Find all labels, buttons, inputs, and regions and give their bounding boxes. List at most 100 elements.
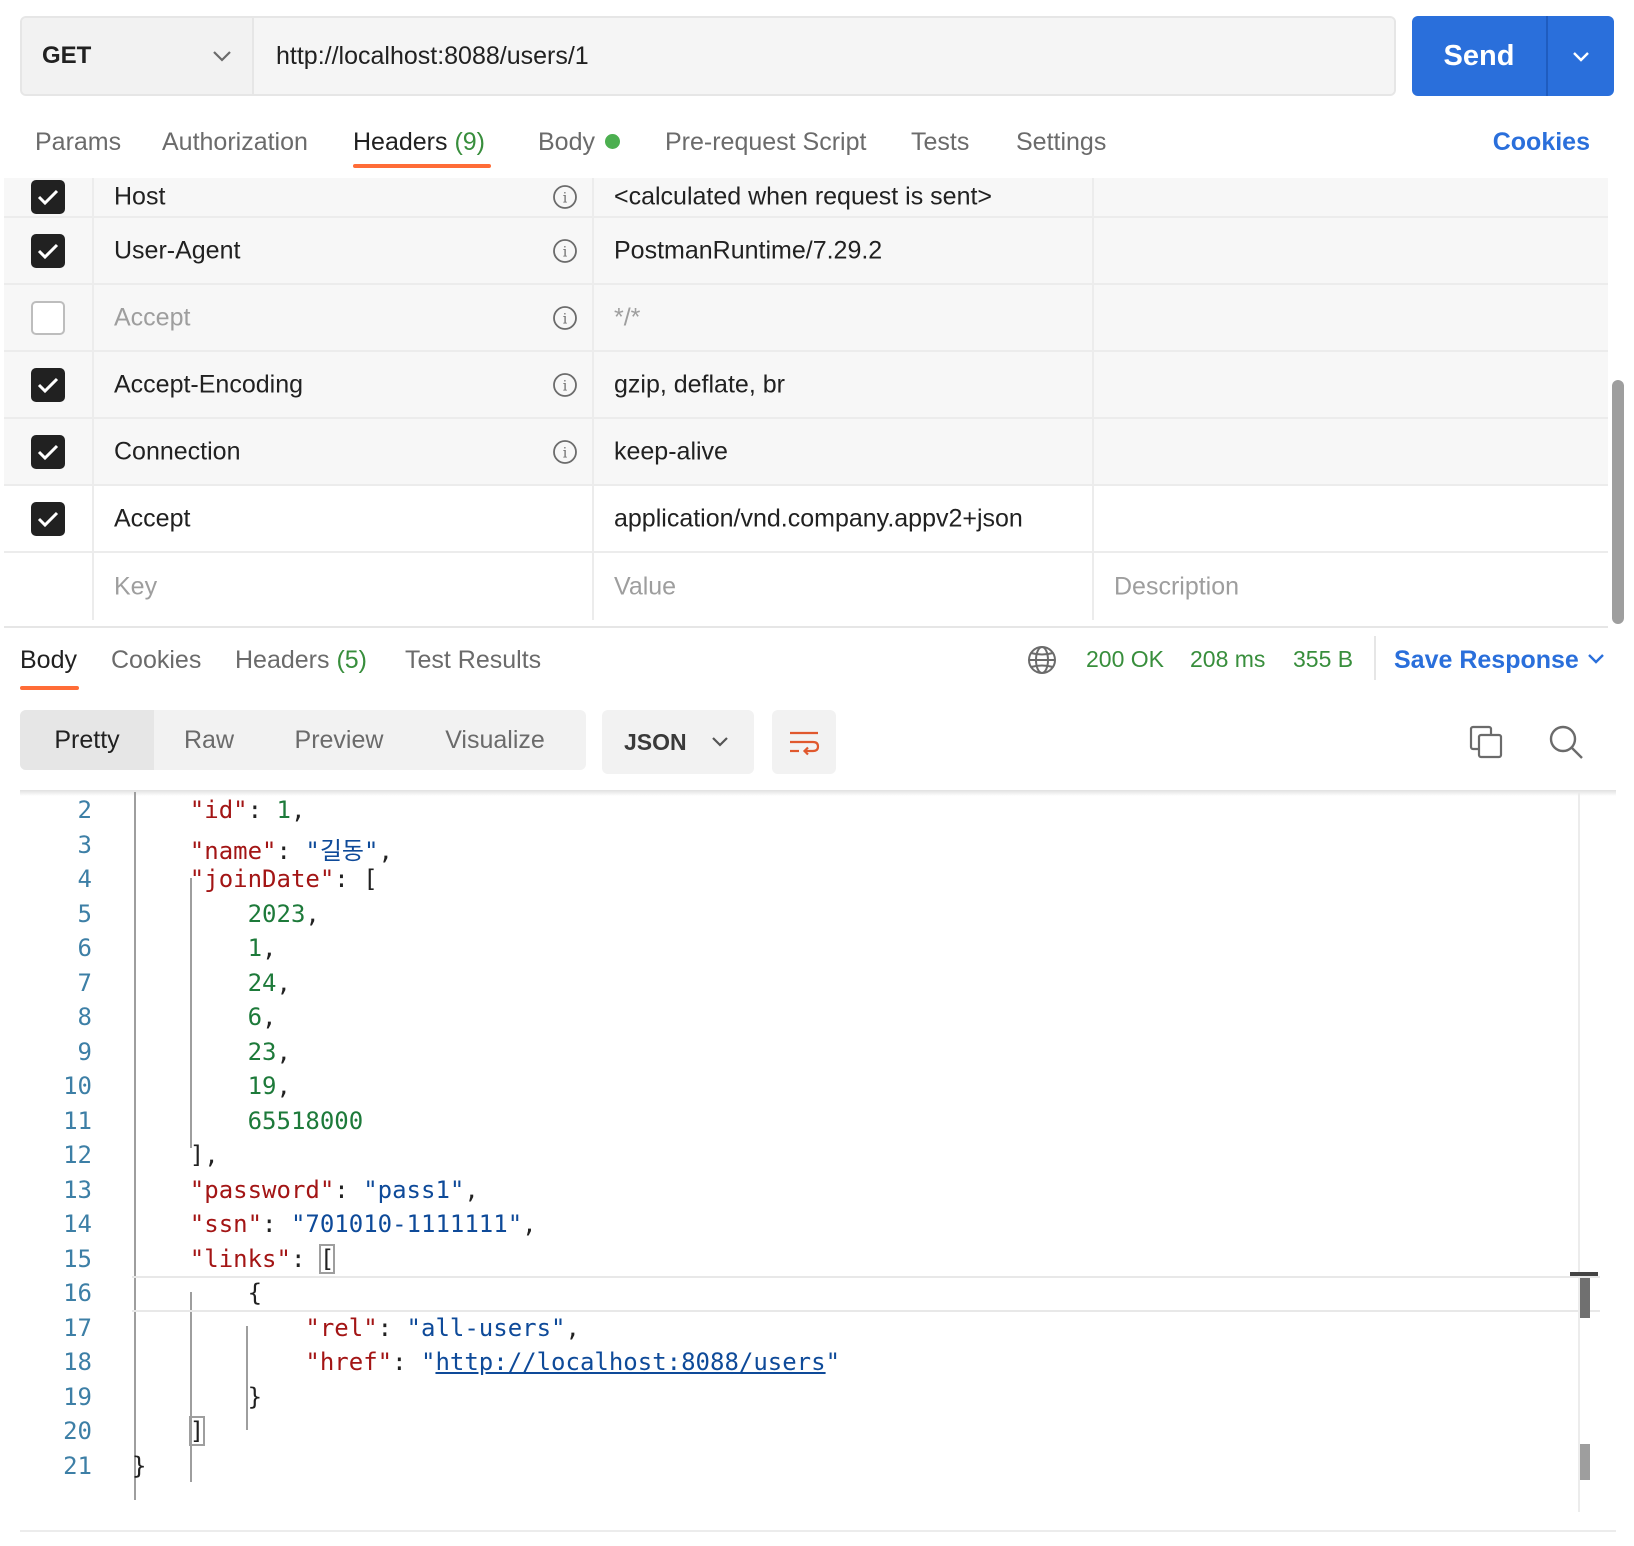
tab-headers[interactable]: Headers (9) (353, 128, 485, 157)
header-checkbox[interactable] (31, 501, 65, 536)
wrap-lines-icon (790, 731, 820, 756)
tab-test-results[interactable]: Test Results (405, 646, 541, 675)
copy-icon[interactable] (1466, 722, 1506, 762)
editor-scrollbar-thumb[interactable] (1580, 1444, 1590, 1480)
header-checkbox[interactable] (31, 180, 65, 214)
line-number: 12 (63, 1141, 92, 1169)
header-value-cell[interactable]: <calculated when request is sent> (594, 178, 1094, 216)
code-text: 23, (247, 1038, 291, 1066)
code-text: ], (132, 1141, 219, 1169)
header-row: User-Agent i PostmanRuntime/7.29.2 (4, 218, 1608, 285)
code-line: 7 24, (20, 965, 1580, 1001)
method-select[interactable]: GET (22, 18, 254, 94)
header-description-cell[interactable] (1094, 486, 1608, 551)
header-description-cell[interactable] (1094, 419, 1608, 484)
url-input[interactable] (254, 18, 1394, 94)
response-tabs: Body Cookies Headers (5) Test Results 20… (0, 628, 1634, 698)
header-row: Accept application/vnd.company.appv2+jso… (4, 486, 1608, 553)
code-line: 14 "ssn": "701010-1111111", (20, 1206, 1580, 1242)
response-size[interactable]: 355 B (1293, 646, 1353, 673)
header-key-cell[interactable]: Accept-Encoding i (94, 352, 594, 417)
header-checkbox[interactable] (31, 233, 65, 268)
code-text: 2023, (247, 900, 320, 928)
header-key-cell[interactable]: Key (94, 553, 594, 620)
wrap-lines-button[interactable] (772, 710, 836, 774)
header-value-cell[interactable]: gzip, deflate, br (594, 352, 1094, 417)
globe-icon[interactable] (1026, 644, 1058, 676)
svg-text:i: i (563, 378, 568, 394)
header-checkbox[interactable] (31, 367, 65, 402)
value-placeholder: Value (614, 572, 677, 600)
header-key-cell[interactable]: User-Agent i (94, 218, 594, 283)
send-options-button[interactable] (1548, 16, 1614, 96)
tab-response-cookies[interactable]: Cookies (111, 646, 201, 675)
header-description-cell[interactable] (1094, 285, 1608, 350)
code-text: "password": "pass1", (189, 1176, 479, 1204)
header-value: */* (614, 303, 641, 331)
line-number: 2 (77, 796, 92, 824)
line-number: 21 (63, 1452, 92, 1480)
line-number: 17 (63, 1314, 92, 1342)
view-raw-button[interactable]: Raw (154, 710, 264, 770)
send-button[interactable]: Send (1412, 16, 1548, 96)
header-checkbox[interactable] (31, 434, 65, 469)
view-preview-button[interactable]: Preview (264, 710, 414, 770)
svg-text:i: i (563, 244, 568, 260)
save-response-button[interactable]: Save Response (1394, 646, 1579, 675)
tab-settings[interactable]: Settings (1016, 128, 1106, 157)
header-key-cell[interactable]: Host i (94, 178, 594, 216)
chevron-down-icon[interactable] (1586, 652, 1606, 666)
header-description-cell[interactable] (1094, 352, 1608, 417)
header-row-check-cell (4, 419, 94, 484)
response-body-editor[interactable]: 2 "id": 1, 3 "name": "길동", 4 "joinDate":… (20, 792, 1616, 1532)
header-value-cell[interactable]: PostmanRuntime/7.29.2 (594, 218, 1094, 283)
header-value-cell[interactable]: Value (594, 553, 1094, 620)
line-number: 6 (77, 934, 92, 962)
tab-tests[interactable]: Tests (911, 128, 969, 157)
cookies-link[interactable]: Cookies (1493, 128, 1590, 157)
checkmark-icon (37, 444, 59, 460)
method-label: GET (42, 42, 92, 69)
response-time[interactable]: 208 ms (1190, 646, 1265, 673)
tab-body[interactable]: Body (538, 128, 620, 157)
header-value-cell[interactable]: keep-alive (594, 419, 1094, 484)
code-text: { (132, 1279, 263, 1307)
status-code[interactable]: 200 OK (1086, 646, 1164, 673)
tab-authorization[interactable]: Authorization (162, 128, 308, 157)
headers-table: Host i <calculated when request is sent>… (4, 178, 1608, 628)
line-number: 4 (77, 865, 92, 893)
header-row: Accept-Encoding i gzip, deflate, br (4, 352, 1608, 419)
search-icon[interactable] (1546, 722, 1586, 762)
code-text: "rel": "all-users", (305, 1314, 580, 1342)
tab-params[interactable]: Params (35, 128, 121, 157)
view-pretty-button[interactable]: Pretty (20, 710, 154, 770)
header-key-cell[interactable]: Accept i (94, 285, 594, 350)
header-value-cell[interactable]: */* (594, 285, 1094, 350)
header-row-check-cell (4, 486, 94, 551)
header-key-cell[interactable]: Accept (94, 486, 594, 551)
format-select[interactable]: JSON (602, 710, 754, 774)
code-line: 9 23, (20, 1034, 1580, 1070)
header-description-cell[interactable]: Description (1094, 553, 1608, 620)
code-line: 5 2023, (20, 896, 1580, 932)
code-text: 65518000 (247, 1107, 364, 1135)
tab-response-headers[interactable]: Headers (5) (235, 646, 367, 675)
header-description-cell[interactable] (1094, 218, 1608, 283)
code-line: 11 65518000 (20, 1103, 1580, 1139)
line-number: 5 (77, 900, 92, 928)
href-link[interactable]: http://localhost:8088/users (435, 1348, 825, 1376)
tab-response-body[interactable]: Body (20, 646, 77, 675)
headers-scrollbar[interactable] (1612, 380, 1624, 624)
header-checkbox[interactable] (31, 300, 65, 335)
header-description-cell[interactable] (1094, 178, 1608, 216)
header-row: Connection i keep-alive (4, 419, 1608, 486)
header-key-cell[interactable]: Connection i (94, 419, 594, 484)
description-placeholder: Description (1114, 572, 1240, 600)
tab-pre-request-script[interactable]: Pre-request Script (665, 128, 866, 157)
header-value-cell[interactable]: application/vnd.company.appv2+json (594, 486, 1094, 551)
chevron-down-icon (1573, 52, 1589, 62)
code-line: 8 6, (20, 999, 1580, 1035)
request-url-bar: GET (20, 16, 1396, 96)
view-visualize-button[interactable]: Visualize (414, 710, 576, 770)
editor-minimap-border (1578, 792, 1580, 1512)
